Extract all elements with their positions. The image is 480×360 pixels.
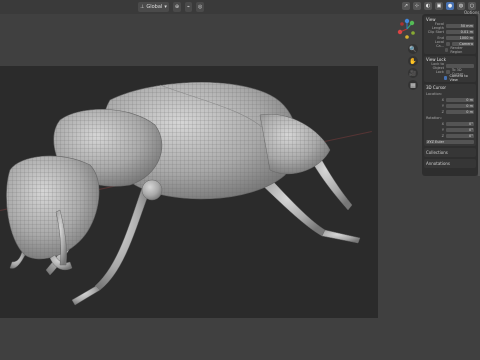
rendered-shading-icon[interactable]: ○ bbox=[468, 2, 476, 10]
clip-start-field[interactable]: 0.01 m bbox=[446, 30, 474, 34]
view-navigation-buttons: 🔍 ✋ 🎥 ▦ bbox=[408, 44, 420, 90]
3d-cursor-section: 3D Cursor Location: X0 m Y0 m Z0 m Rotat… bbox=[424, 84, 476, 146]
rotation-mode-dropdown[interactable]: XYZ Euler bbox=[426, 140, 474, 144]
clip-start-label: Clip Start bbox=[427, 30, 444, 34]
overlay-toggle-icon[interactable]: ◐ bbox=[424, 2, 432, 10]
annotations-title: Annotations bbox=[426, 161, 451, 166]
perspective-grid-icon[interactable]: ▦ bbox=[408, 80, 418, 90]
rot-y-field[interactable]: 0° bbox=[446, 128, 474, 132]
render-region-checkbox[interactable] bbox=[444, 48, 449, 52]
navigation-gizmo[interactable] bbox=[396, 18, 418, 40]
zoom-icon[interactable]: 🔍 bbox=[408, 44, 418, 54]
lock-camera-checkbox[interactable] bbox=[443, 76, 448, 80]
loc-z-field[interactable]: 0 m bbox=[446, 110, 474, 114]
solid-shading-icon[interactable]: ● bbox=[446, 2, 454, 10]
material-shading-icon[interactable]: ◍ bbox=[457, 2, 465, 10]
rot-z-field[interactable]: 0° bbox=[446, 134, 474, 138]
loc-z-label: Z bbox=[441, 110, 444, 114]
render-region-label: Render Region bbox=[450, 46, 463, 54]
viewport-overlay-tools: ↗ ⊹ ◐ ▣ ● ◍ ○ bbox=[402, 2, 476, 10]
pan-hand-icon[interactable]: ✋ bbox=[408, 56, 418, 66]
collections-title: Collections bbox=[426, 150, 448, 155]
3d-viewport[interactable]: ⊥ Global ▾ ⊕ ⌁ ◎ ↗ ⊹ ◐ ▣ ● ◍ ○ Options 🔍… bbox=[0, 0, 480, 360]
lock-label: Lock bbox=[435, 70, 444, 74]
sidebar-n-panel: View Focal Length 50 mm Clip Start 0.01 m … bbox=[422, 14, 478, 176]
xray-toggle-icon[interactable]: ▣ bbox=[435, 2, 443, 10]
annotations-section[interactable]: Annotations bbox=[424, 159, 476, 168]
loc-y-label: Y bbox=[441, 104, 444, 108]
rotation-label: Rotation: bbox=[426, 116, 442, 120]
rot-y-label: Y bbox=[441, 128, 444, 132]
loc-x-label: X bbox=[441, 98, 444, 102]
rot-x-field[interactable]: 0° bbox=[446, 122, 474, 126]
location-label: Location: bbox=[426, 92, 442, 96]
view-lock-section: View Lock Lock to Object Lock To 3D Curso… bbox=[424, 56, 476, 82]
rot-z-label: Z bbox=[441, 134, 444, 138]
clip-end-field[interactable]: 1000 m bbox=[446, 36, 474, 40]
camera-view-icon[interactable]: 🎥 bbox=[408, 68, 418, 78]
lock-camera-label: Camera to View bbox=[449, 74, 468, 82]
lock-to-object-label: Lock to Object bbox=[431, 62, 444, 70]
focal-length-field[interactable]: 50 mm bbox=[446, 24, 474, 28]
loc-x-field[interactable]: 0 m bbox=[446, 98, 474, 102]
view-section: View Focal Length 50 mm Clip Start 0.01 m … bbox=[424, 16, 476, 54]
gizmo-toggle-icon[interactable]: ⊹ bbox=[413, 2, 421, 10]
focal-length-label: Focal Length bbox=[431, 22, 444, 30]
rot-x-label: X bbox=[441, 122, 444, 126]
local-camera-label: Local Ca... bbox=[434, 40, 444, 48]
collections-section[interactable]: Collections bbox=[424, 148, 476, 157]
loc-y-field[interactable]: 0 m bbox=[446, 104, 474, 108]
selectability-icon[interactable]: ↗ bbox=[402, 2, 410, 10]
